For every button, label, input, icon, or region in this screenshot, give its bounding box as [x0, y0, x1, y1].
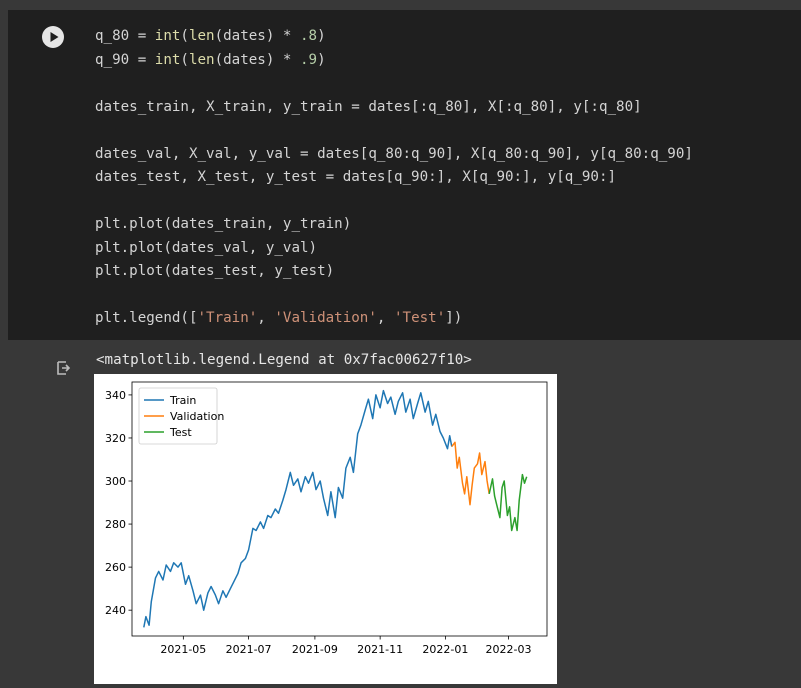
code-token: ( [180, 28, 189, 44]
code-token: len [188, 51, 215, 68]
code-token: 'Validation' [274, 310, 377, 326]
y-tick-label: 260 [105, 561, 126, 574]
y-tick-label: 280 [105, 518, 126, 531]
code-token: dates_val, X_val, y_val = dates[q_80:q_9… [95, 145, 693, 162]
code-line: dates_train, X_train, y_train = dates[:q… [95, 96, 693, 120]
code-token: , [376, 310, 394, 326]
code-token: (dates) * [214, 28, 301, 44]
y-tick-label: 300 [105, 475, 126, 488]
play-icon [50, 32, 59, 42]
x-tick-label: 2021-09 [292, 643, 338, 656]
code-line: plt.legend(['Train', 'Validation', 'Test… [95, 307, 693, 331]
code-token: ]) [445, 310, 463, 326]
legend-label: Train [169, 394, 196, 407]
code-token: .8 [300, 28, 318, 44]
code-editor[interactable]: q_80 = int(len(dates) * .8) q_90 = int(le… [95, 25, 693, 331]
x-tick-label: 2022-03 [486, 643, 532, 656]
x-tick-label: 2021-07 [226, 643, 272, 656]
code-line: plt.plot(dates_val, y_val) [95, 237, 693, 261]
x-tick-label: 2021-11 [357, 643, 403, 656]
code-token: plt.plot(dates_val, y_val) [95, 239, 318, 256]
code-line: q_80 = int(len(dates) * .8) [95, 25, 693, 49]
legend-label: Validation [170, 410, 224, 423]
code-token: dates_test, X_test, y_test = dates[q_90:… [95, 169, 617, 185]
x-tick-label: 2021-05 [160, 643, 206, 656]
code-token: ) [317, 51, 326, 68]
code-line: plt.plot(dates_test, y_test) [95, 260, 693, 284]
output-text: <matplotlib.legend.Legend at 0x7fac00627… [96, 352, 472, 368]
series-line-validation [451, 441, 490, 506]
plot-figure: 240 260 280 300 320 340 2021-05 2021-07 2021-09 2… [94, 374, 557, 684]
code-token: ) [317, 28, 326, 44]
code-token: plt.legend([ [95, 310, 198, 326]
code-token: (dates) * [214, 51, 301, 68]
code-line: q_90 = int(len(dates) * .9) [95, 49, 693, 73]
code-token: q_90 = [95, 51, 155, 68]
code-token: , [257, 310, 275, 326]
line-chart: 240 260 280 300 320 340 2021-05 2021-07 2021-09 2… [105, 381, 548, 656]
code-token: ( [180, 51, 189, 68]
code-token: 'Train' [197, 310, 258, 326]
code-token: len [188, 28, 215, 44]
output-redirect-icon[interactable] [55, 360, 71, 376]
code-token: .9 [300, 51, 318, 68]
code-token: plt.plot(dates_train, y_train) [95, 216, 352, 232]
code-line: dates_val, X_val, y_val = dates[q_80:q_9… [95, 143, 693, 167]
y-tick-label: 320 [105, 432, 126, 445]
code-token: int [154, 28, 181, 44]
y-tick-label: 340 [105, 389, 126, 402]
x-tick-label: 2022-01 [422, 643, 468, 656]
code-token: q_80 = [95, 28, 155, 44]
run-cell-button[interactable] [42, 26, 64, 48]
series-line-test [488, 473, 528, 532]
legend-label: Test [169, 426, 192, 439]
y-tick-label: 240 [105, 604, 126, 617]
code-token: int [154, 51, 181, 68]
code-line: plt.plot(dates_train, y_train) [95, 213, 693, 237]
code-token: dates_train, X_train, y_train = dates[:q… [95, 98, 642, 115]
code-token: plt.plot(dates_test, y_test) [95, 263, 335, 279]
code-line: dates_test, X_test, y_test = dates[q_90:… [95, 166, 693, 190]
code-token: 'Test' [393, 310, 446, 326]
